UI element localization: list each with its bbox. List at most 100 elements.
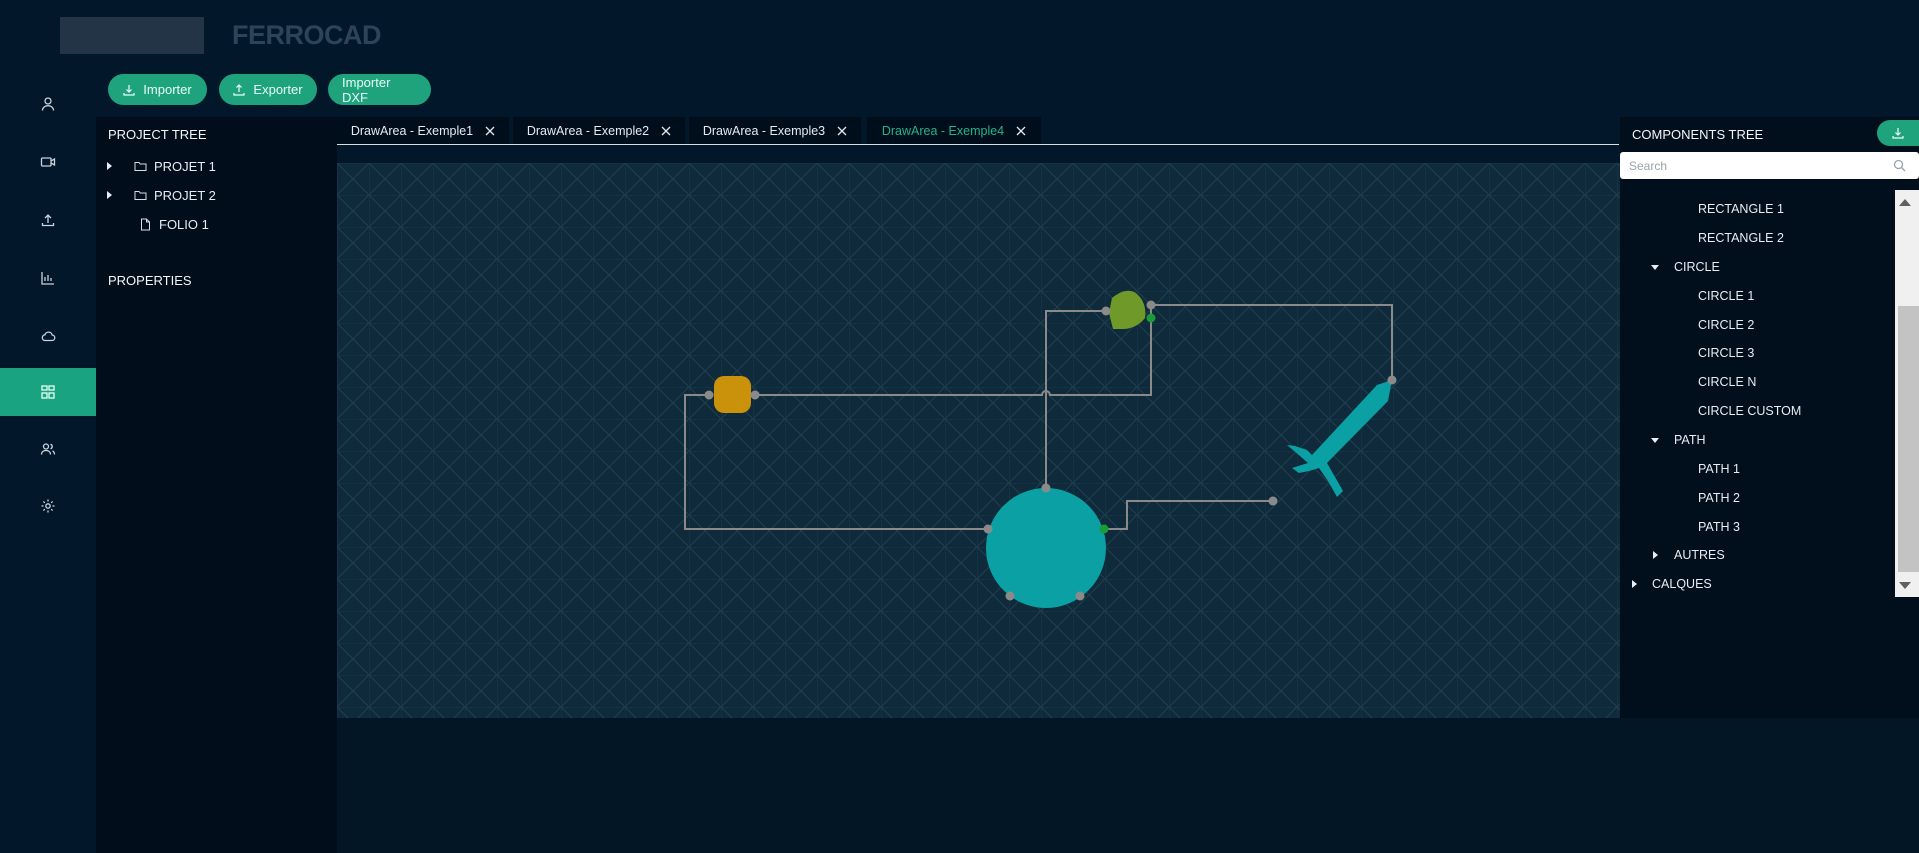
ctree-label: RECTANGLE 1 bbox=[1698, 202, 1784, 216]
port-dot[interactable] bbox=[1041, 483, 1051, 493]
rail-grid[interactable] bbox=[0, 368, 96, 416]
port-dot[interactable] bbox=[1146, 313, 1156, 323]
port-dot[interactable] bbox=[1268, 496, 1278, 506]
close-icon[interactable] bbox=[661, 126, 671, 136]
video-icon bbox=[40, 157, 56, 167]
cloud-icon bbox=[41, 331, 56, 342]
import-dxf-button[interactable]: Importer DXF bbox=[328, 74, 431, 105]
tree-item-label: FOLIO 1 bbox=[159, 216, 209, 232]
download-icon bbox=[1892, 128, 1904, 139]
import-button[interactable]: Importer bbox=[108, 74, 207, 105]
tree-item-projet-2[interactable]: PROJET 2 bbox=[107, 184, 216, 206]
ctree-item-circle-n[interactable]: CIRCLE N bbox=[1698, 371, 1756, 393]
close-icon[interactable] bbox=[837, 126, 847, 136]
canvas-drawing[interactable] bbox=[337, 163, 1620, 718]
ctree-label: CIRCLE 3 bbox=[1698, 346, 1755, 360]
ctree-label: PATH 3 bbox=[1698, 520, 1740, 534]
chevron-right-icon[interactable] bbox=[107, 162, 112, 170]
ctree-label: CALQUES bbox=[1652, 577, 1712, 591]
ctree-item-rectangle-2[interactable]: RECTANGLE 2 bbox=[1698, 227, 1784, 249]
close-icon[interactable] bbox=[485, 126, 495, 136]
scrollbar-thumb[interactable] bbox=[1898, 306, 1919, 572]
export-button[interactable]: Exporter bbox=[219, 74, 317, 105]
rail-upload[interactable] bbox=[0, 196, 96, 244]
port-dot[interactable] bbox=[1101, 306, 1111, 316]
chevron-down-icon[interactable] bbox=[1651, 437, 1659, 443]
tree-item-label: PROJET 1 bbox=[154, 158, 216, 174]
download-icon bbox=[123, 84, 135, 96]
ctree-label: AUTRES bbox=[1674, 548, 1725, 562]
ctree-item-circle-2[interactable]: CIRCLE 2 bbox=[1698, 314, 1754, 336]
ctree-item-rectangle-1[interactable]: RECTANGLE 1 bbox=[1698, 198, 1784, 220]
import-label: Importer bbox=[143, 82, 192, 97]
search-input[interactable] bbox=[1620, 152, 1880, 179]
folder-icon bbox=[134, 191, 147, 200]
rail-user[interactable] bbox=[0, 80, 96, 128]
tab-label: DrawArea - Exemple3 bbox=[702, 123, 826, 138]
ctree-label: CIRCLE CUSTOM bbox=[1698, 404, 1802, 418]
port-dot[interactable] bbox=[750, 390, 760, 400]
tab-exemple1[interactable]: DrawArea - Exemple1 bbox=[337, 117, 509, 144]
ctree-item-path[interactable]: PATH bbox=[1651, 429, 1705, 451]
search-icon[interactable] bbox=[1893, 159, 1906, 172]
canvas-grid bbox=[337, 163, 1620, 718]
properties-title: PROPERTIES bbox=[108, 273, 192, 288]
port-dot[interactable] bbox=[983, 524, 993, 534]
ctree-item-path-2[interactable]: PATH 2 bbox=[1698, 487, 1740, 509]
tab-underline bbox=[337, 144, 1619, 145]
gear-icon bbox=[41, 499, 55, 513]
grid-icon bbox=[41, 385, 55, 399]
ctree-item-calques[interactable]: CALQUES bbox=[1632, 573, 1712, 595]
ctree-label: PATH 1 bbox=[1698, 462, 1740, 476]
chevron-right-icon[interactable] bbox=[1632, 580, 1637, 588]
ctree-item-circle-3[interactable]: CIRCLE 3 bbox=[1698, 342, 1754, 364]
ctree-label: PATH bbox=[1674, 433, 1706, 447]
tab-exemple2[interactable]: DrawArea - Exemple2 bbox=[513, 117, 685, 144]
tab-exemple3[interactable]: DrawArea - Exemple3 bbox=[689, 117, 861, 144]
ctree-label: RECTANGLE 2 bbox=[1698, 231, 1784, 245]
scroll-up-arrow-icon[interactable] bbox=[1899, 199, 1911, 206]
tab-label: DrawArea - Exemple4 bbox=[881, 123, 1005, 138]
project-tree-title: PROJECT TREE bbox=[108, 127, 207, 142]
chevron-down-icon[interactable] bbox=[1651, 264, 1659, 270]
upload-icon bbox=[41, 214, 55, 227]
rail-video[interactable] bbox=[0, 138, 96, 186]
rounded-square-component[interactable] bbox=[714, 376, 751, 413]
ctree-item-path-1[interactable]: PATH 1 bbox=[1698, 458, 1740, 480]
port-dot[interactable] bbox=[1075, 591, 1085, 601]
port-dot[interactable] bbox=[1146, 300, 1156, 310]
port-dot[interactable] bbox=[1387, 375, 1397, 385]
export-label: Exporter bbox=[253, 82, 303, 97]
logo-placeholder bbox=[60, 17, 204, 54]
tab-bar: DrawArea - Exemple1 DrawArea - Exemple2 … bbox=[337, 117, 1619, 145]
rail-settings[interactable] bbox=[0, 482, 96, 530]
rail-users[interactable] bbox=[0, 425, 96, 473]
components-tree-title: COMPONENTS TREE bbox=[1632, 127, 1764, 142]
components-download-button[interactable] bbox=[1877, 120, 1919, 146]
ctree-item-path-3[interactable]: PATH 3 bbox=[1698, 516, 1740, 538]
chevron-right-icon[interactable] bbox=[107, 191, 112, 199]
port-dot[interactable] bbox=[704, 390, 714, 400]
project-panel bbox=[96, 117, 337, 853]
port-dot[interactable] bbox=[1099, 524, 1109, 534]
chart-icon bbox=[41, 272, 54, 285]
rail-chart[interactable] bbox=[0, 254, 96, 302]
tab-exemple4[interactable]: DrawArea - Exemple4 bbox=[867, 117, 1041, 144]
circle-component[interactable] bbox=[986, 488, 1106, 608]
folder-icon bbox=[134, 162, 147, 171]
rail-cloud[interactable] bbox=[0, 312, 96, 360]
ctree-item-autres[interactable]: AUTRES bbox=[1653, 544, 1725, 566]
close-icon[interactable] bbox=[1016, 126, 1026, 136]
upload-icon bbox=[233, 83, 246, 96]
ctree-item-circle-1[interactable]: CIRCLE 1 bbox=[1698, 285, 1754, 307]
port-dot[interactable] bbox=[1005, 591, 1015, 601]
chevron-right-icon[interactable] bbox=[1653, 551, 1658, 559]
ctree-item-circle[interactable]: CIRCLE bbox=[1651, 256, 1720, 278]
tree-item-folio-1[interactable]: FOLIO 1 bbox=[140, 213, 209, 235]
scroll-down-arrow-icon[interactable] bbox=[1899, 582, 1911, 589]
ctree-item-circle-custom[interactable]: CIRCLE CUSTOM bbox=[1698, 400, 1801, 422]
draw-area-canvas[interactable] bbox=[337, 163, 1620, 718]
tree-item-projet-1[interactable]: PROJET 1 bbox=[107, 155, 216, 177]
users-icon bbox=[40, 443, 56, 455]
tab-label: DrawArea - Exemple1 bbox=[350, 123, 474, 138]
